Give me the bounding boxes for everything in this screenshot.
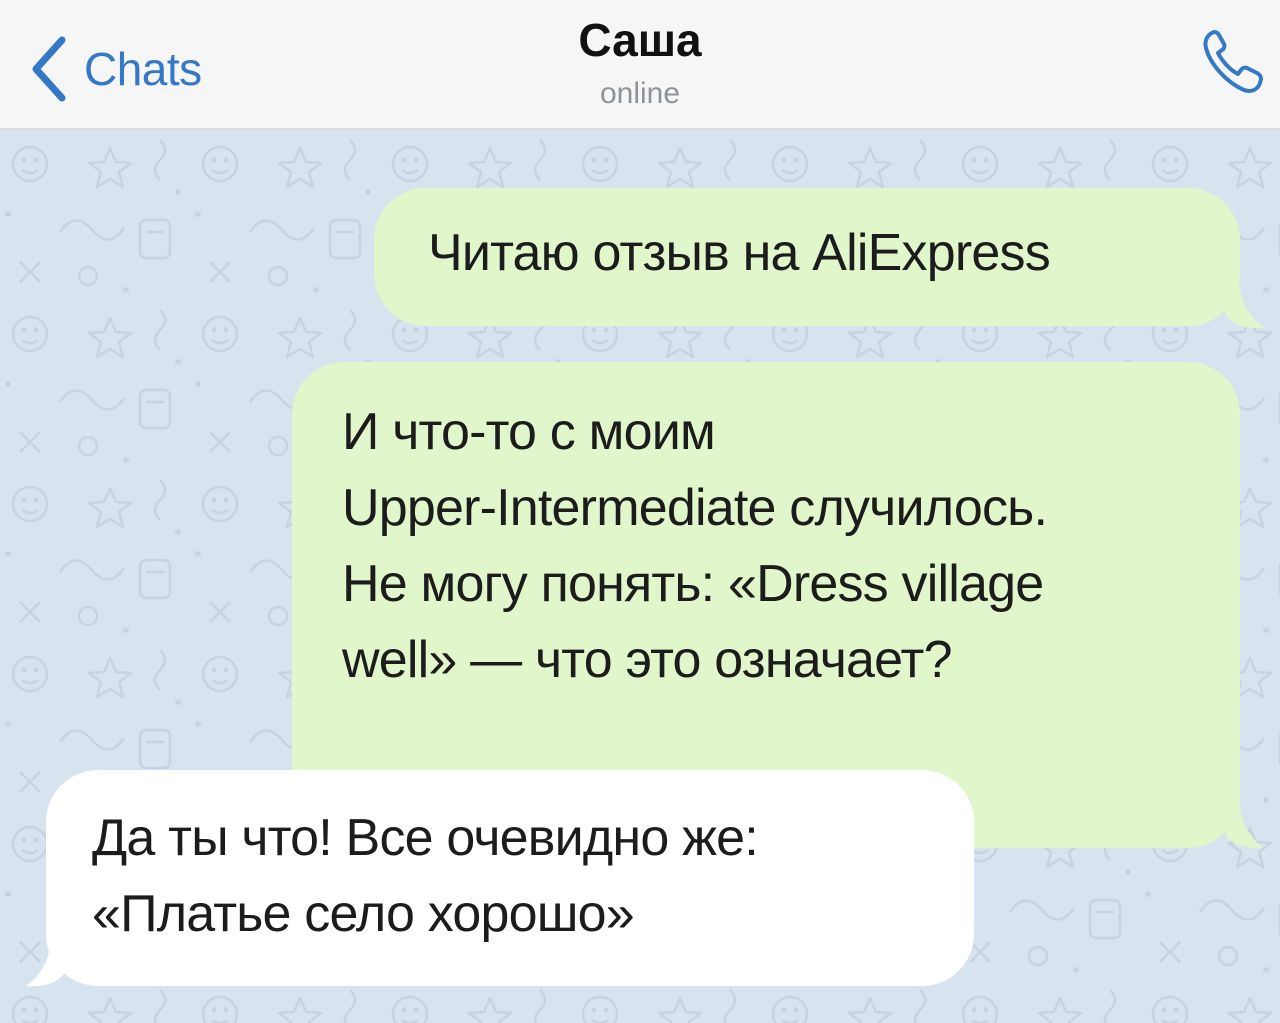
message-bubble-outgoing[interactable]: Читаю отзыв на AliExpress <box>374 188 1240 326</box>
bubble-tail <box>1226 286 1264 329</box>
message-text: И что-то с моим <box>342 403 716 461</box>
message-text: «Платье село хорошо» <box>92 885 635 943</box>
message-text: Не могу понять: «Dress village <box>342 555 1044 613</box>
message-text: well» — что это означает? <box>342 631 953 689</box>
message-text: Да ты что! Все очевидно же: <box>92 809 759 867</box>
chevron-left-icon <box>32 36 66 102</box>
bubble-tail <box>26 944 64 987</box>
phone-icon <box>1203 30 1263 94</box>
chat-title-area[interactable]: Саша online <box>440 12 840 114</box>
message-text: Читаю отзыв на AliExpress <box>428 224 1051 282</box>
bubble-tail <box>1226 806 1264 849</box>
message-bubble-incoming[interactable]: Да ты что! Все очевидно же: «Платье село… <box>46 770 974 986</box>
back-button[interactable]: Chats <box>30 34 202 104</box>
contact-status: online <box>599 77 681 110</box>
chat-area[interactable]: Читаю отзыв на AliExpress И что-то с мои… <box>0 130 1280 1023</box>
message-text: Upper-Intermediate случилось. <box>342 479 1048 537</box>
chat-screen: Chats Саша online Читаю отзыв на AliExpr… <box>0 0 1280 1023</box>
back-label: Chats <box>84 43 202 95</box>
chat-header: Chats Саша online <box>0 0 1280 130</box>
contact-name: Саша <box>578 14 702 66</box>
call-button[interactable] <box>1200 26 1264 98</box>
